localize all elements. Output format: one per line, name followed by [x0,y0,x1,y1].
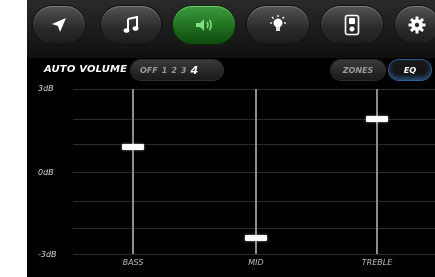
bass-label: BASS [122,258,144,267]
music-note-icon [123,16,139,33]
eq-screen: AUTO VOLUME OFF 1 2 3 4 ZONES EQ 3dB 0dB… [27,0,435,277]
scale-label-bottom: -3dB [38,250,57,259]
auto-volume-level-1[interactable]: 1 [162,66,168,75]
treble-label: TREBLE [361,258,393,267]
bass-slider-knob[interactable] [122,143,144,150]
speaker-volume-icon [196,19,213,31]
treble-slider-track[interactable] [376,89,378,254]
speaker-device-button[interactable] [321,6,383,44]
grid-line [73,89,435,90]
auto-volume-row: AUTO VOLUME OFF 1 2 3 4 ZONES EQ [27,58,435,84]
grid-line [73,201,435,202]
auto-volume-level-3[interactable]: 3 [181,66,187,75]
volume-button[interactable] [173,6,235,44]
lighting-button[interactable] [247,6,309,44]
settings-button[interactable] [395,6,435,44]
auto-volume-level-off[interactable]: OFF [140,66,158,75]
grid-line [73,172,435,173]
auto-volume-level-2[interactable]: 2 [171,66,177,75]
grid-line [73,228,435,229]
auto-volume-label: AUTO VOLUME [44,64,128,75]
equalizer-panel: 3dB 0dB -3dB BASS MID TREBLE [27,84,435,277]
speaker-device-icon [344,14,360,36]
grid-line [73,254,435,255]
top-toolbar [27,0,435,58]
treble-slider-knob[interactable] [366,116,388,123]
mid-slider-track[interactable] [255,89,257,254]
navigation-button[interactable] [33,6,85,44]
auto-volume-level-4[interactable]: 4 [190,64,198,77]
scale-label-mid: 0dB [38,168,54,177]
lightbulb-icon [270,15,286,31]
music-button[interactable] [101,6,161,44]
auto-volume-selector[interactable]: OFF 1 2 3 4 [131,60,223,80]
bass-slider-track[interactable] [132,89,134,254]
navigation-arrow-icon [52,18,66,32]
scale-label-top: 3dB [38,84,54,93]
zones-button[interactable]: ZONES [331,60,385,80]
mid-label: MID [248,258,264,267]
gear-icon [408,16,426,34]
mid-slider-knob[interactable] [245,234,267,241]
eq-button[interactable]: EQ [389,60,431,80]
